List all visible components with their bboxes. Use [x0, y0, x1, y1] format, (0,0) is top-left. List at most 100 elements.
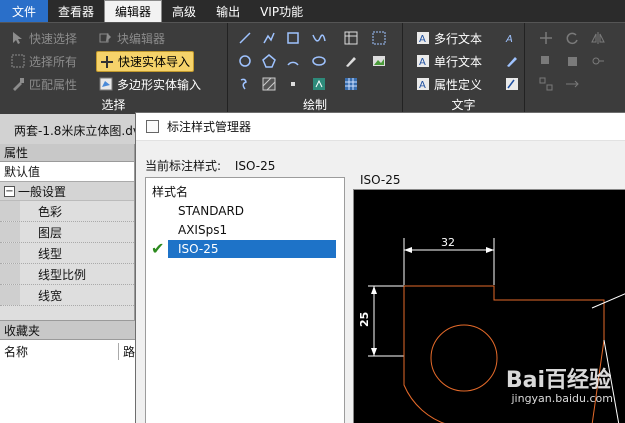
ribbon-group-text: A 多行文本 A 单行文本 A 属性定义 A 文字	[403, 23, 525, 115]
mtext-button[interactable]: A 多行文本	[413, 28, 485, 48]
property-row-linetype-scale[interactable]: 线型比例	[0, 264, 134, 285]
collapse-icon[interactable]: −	[4, 185, 15, 197]
style-list[interactable]: 样式名 STANDARD AXISps1 ISO-25 ✔	[145, 177, 345, 423]
hatch-icon[interactable]	[260, 75, 278, 93]
ribbon: 快速选择 选择所有 匹配属性 块编辑器 快速实体导入 多边形实体输入 选择 绘制…	[0, 22, 625, 115]
svg-text:A: A	[419, 34, 426, 45]
select-all-button[interactable]: 选择所有	[8, 51, 80, 71]
text-edit-icon[interactable]	[503, 52, 521, 70]
block-editor-label: 块编辑器	[117, 31, 166, 46]
copy-icon[interactable]	[537, 52, 555, 70]
menu-file[interactable]: 文件	[0, 0, 49, 22]
revcloud-icon[interactable]	[236, 75, 254, 93]
match-properties-button[interactable]: 匹配属性	[8, 74, 80, 94]
grid-table-icon[interactable]	[342, 75, 360, 93]
svg-text:A: A	[419, 80, 426, 91]
current-style-label: 当前标注样式:	[145, 159, 222, 173]
brush-icon	[11, 77, 25, 91]
properties-combo[interactable]: 默认值	[0, 162, 134, 182]
scale-icon[interactable]	[563, 52, 581, 70]
menu-advanced[interactable]: 高级	[162, 0, 206, 22]
array-icon[interactable]	[537, 75, 555, 93]
style-list-header: 样式名	[152, 185, 189, 199]
properties-header: 属性	[0, 144, 134, 162]
property-name: 线宽	[38, 288, 63, 303]
mirror-icon[interactable]	[589, 29, 607, 47]
baidu-watermark-url: jingyan.baidu.com	[511, 392, 613, 405]
svg-text:A: A	[505, 34, 513, 45]
property-row-color[interactable]: 色彩	[0, 201, 134, 222]
move-icon[interactable]	[537, 29, 555, 47]
style-item-axisps1[interactable]: AXISps1	[168, 221, 336, 239]
favorites-columns: 名称 路	[0, 340, 135, 362]
property-row-lineweight[interactable]: 线宽	[0, 285, 134, 306]
property-row-linetype[interactable]: 线型	[0, 243, 134, 264]
quick-entity-import-button[interactable]: 快速实体导入	[96, 51, 195, 72]
baidu-watermark: Bai百经验	[505, 368, 611, 393]
draw-group-caption: 绘制	[302, 98, 327, 112]
rectangle-icon[interactable]	[284, 29, 302, 47]
current-style-value: ISO-25	[234, 159, 276, 173]
document-tab[interactable]: 两套-1.8米床立体图.dv	[14, 122, 140, 139]
ribbon-group-modify	[525, 23, 625, 115]
horizontal-dimension-text: 32	[441, 236, 455, 249]
import-plus-icon	[100, 55, 114, 69]
select-group-caption: 选择	[101, 98, 126, 112]
pen-icon[interactable]	[342, 52, 360, 70]
line-icon[interactable]	[236, 29, 254, 47]
attribute-definition-label: 属性定义	[434, 77, 483, 92]
dialog-window-icon	[146, 120, 159, 133]
menu-editor[interactable]: 编辑器	[104, 0, 163, 22]
quick-select-button[interactable]: 快速选择	[8, 28, 80, 48]
favorites-header: 收藏夹	[0, 320, 135, 340]
attribute-definition-button[interactable]: A 属性定义	[413, 74, 485, 94]
property-name: 图层	[38, 225, 63, 240]
match-properties-label: 匹配属性	[29, 77, 78, 92]
polygon-entity-input-label: 多边形实体输入	[117, 77, 202, 92]
property-row-layer[interactable]: 图层	[0, 222, 134, 243]
preview-title: ISO-25	[360, 173, 401, 187]
block-editor-button[interactable]: 块编辑器	[96, 28, 168, 48]
property-name: 线型	[38, 246, 63, 261]
polygon-entity-input-button[interactable]: 多边形实体输入	[96, 74, 204, 94]
favorites-col-path[interactable]: 路	[119, 343, 135, 360]
point-icon[interactable]	[284, 75, 302, 93]
text-style-icon[interactable]: A	[503, 29, 521, 47]
wipeout-icon[interactable]	[310, 75, 328, 93]
polyline-icon[interactable]	[260, 29, 278, 47]
polygon-icon	[99, 77, 113, 91]
document-tab-bar: 两套-1.8米床立体图.dv	[0, 114, 140, 144]
stretch-icon[interactable]	[563, 75, 581, 93]
menu-output[interactable]: 输出	[206, 0, 250, 22]
table-insert-icon[interactable]	[342, 29, 360, 47]
trim-icon[interactable]	[589, 52, 607, 70]
select-all-label: 选择所有	[29, 54, 78, 69]
single-text-button[interactable]: A 单行文本	[413, 51, 485, 71]
favorites-list[interactable]	[0, 362, 135, 423]
mtext-icon: A	[416, 31, 430, 45]
style-item-standard[interactable]: STANDARD	[168, 202, 336, 220]
rotate-icon[interactable]	[563, 29, 581, 47]
arc-icon[interactable]	[284, 52, 302, 70]
cursor-icon	[11, 31, 25, 45]
text-find-icon[interactable]	[503, 75, 521, 93]
ellipse-icon[interactable]	[310, 52, 328, 70]
style-item-iso25[interactable]: ISO-25	[168, 240, 336, 258]
spline-icon[interactable]	[310, 29, 328, 47]
dialog-titlebar[interactable]: 标注样式管理器	[136, 113, 625, 141]
circle-icon[interactable]	[236, 52, 254, 70]
single-text-label: 单行文本	[434, 54, 483, 69]
menu-viewer[interactable]: 查看器	[48, 0, 104, 22]
quick-select-label: 快速选择	[29, 31, 78, 46]
region-icon[interactable]	[370, 29, 388, 47]
ribbon-group-draw: 绘制	[228, 23, 403, 115]
quick-entity-import-label: 快速实体导入	[118, 55, 191, 69]
menu-vip[interactable]: VIP功能	[250, 0, 313, 22]
general-settings-label: 一般设置	[18, 184, 67, 199]
general-settings-group[interactable]: − 一般设置	[0, 182, 134, 201]
block-editor-icon	[99, 31, 113, 45]
image-insert-icon[interactable]	[370, 52, 388, 70]
current-style-line: 当前标注样式: ISO-25	[145, 157, 275, 174]
favorites-col-name[interactable]: 名称	[0, 342, 119, 360]
polygon-draw-icon[interactable]	[260, 52, 278, 70]
